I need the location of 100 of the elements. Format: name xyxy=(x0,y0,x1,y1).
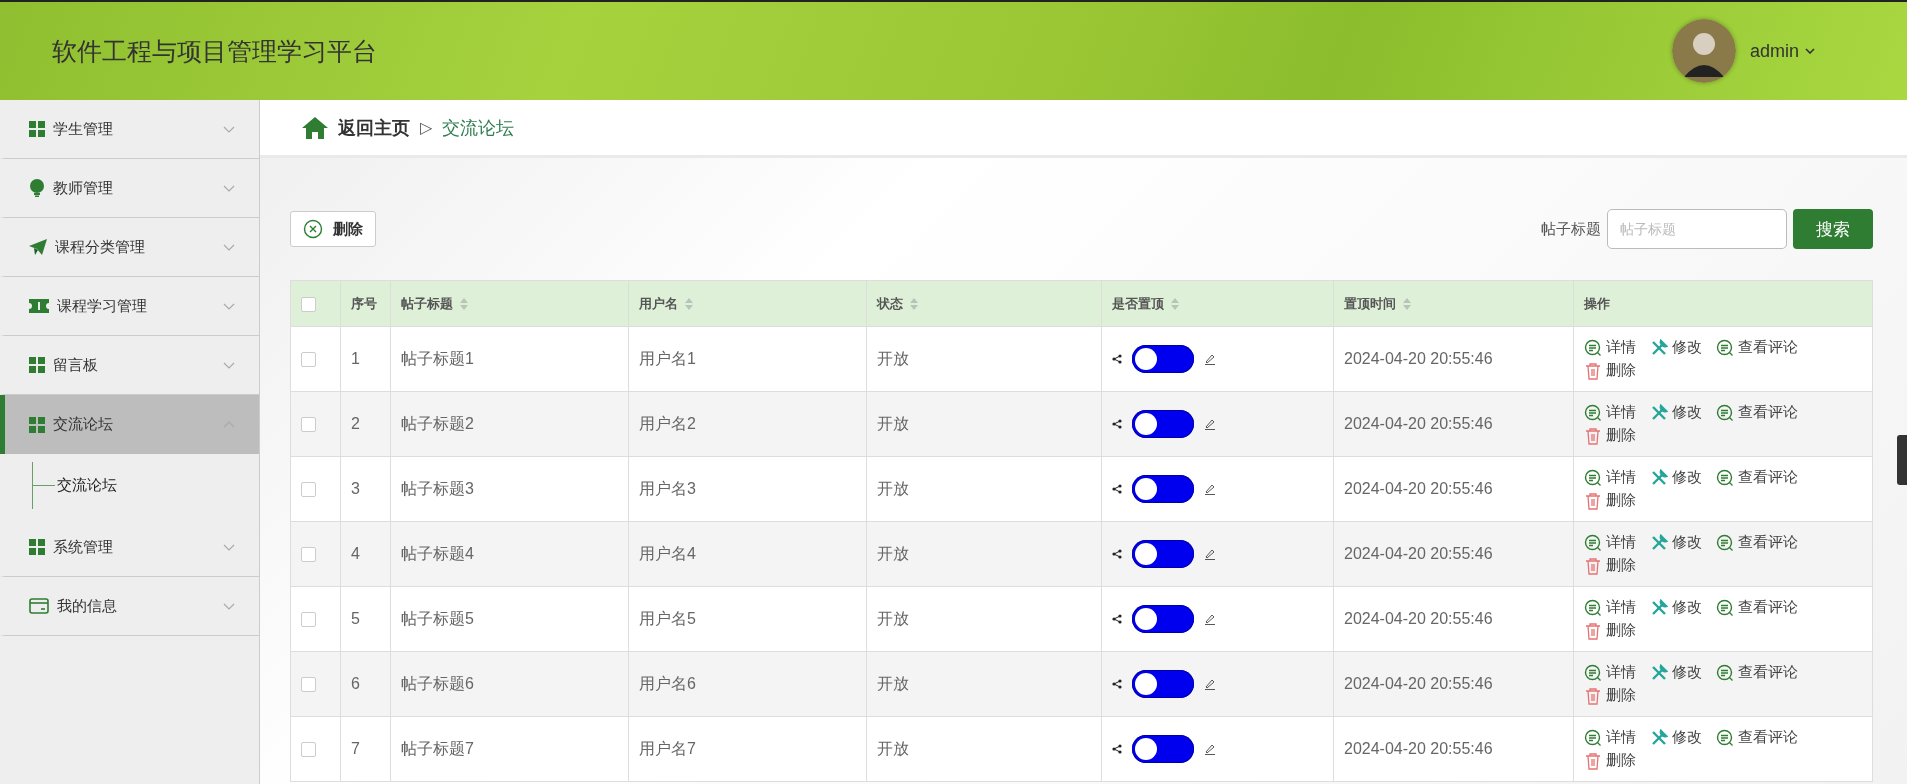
sort-icon[interactable] xyxy=(1403,298,1411,310)
document-search-icon xyxy=(1584,728,1602,747)
edit-link[interactable]: 修改 xyxy=(1650,598,1702,617)
table-cell: 2024-04-20 20:55:46 xyxy=(1344,675,1493,692)
row-checkbox[interactable] xyxy=(301,547,316,563)
row-checkbox[interactable] xyxy=(301,612,316,628)
search-button[interactable]: 搜索 xyxy=(1793,209,1873,249)
table-cell: 用户名1 xyxy=(639,349,696,367)
tools-icon xyxy=(1650,728,1668,747)
pin-toggle[interactable] xyxy=(1132,670,1194,698)
row-checkbox[interactable] xyxy=(301,742,316,758)
pin-toggle[interactable] xyxy=(1132,475,1194,503)
table-cell: 开放 xyxy=(877,609,909,627)
trash-icon xyxy=(1584,751,1602,770)
edit-link[interactable]: 修改 xyxy=(1650,403,1702,422)
pin-toggle[interactable] xyxy=(1132,540,1194,568)
pin-toggle[interactable] xyxy=(1132,345,1194,373)
table-cell: 用户名6 xyxy=(639,674,696,692)
caret-icon[interactable] xyxy=(1805,48,1815,54)
breadcrumb-separator: ▷ xyxy=(420,118,433,137)
edit-link[interactable]: 修改 xyxy=(1650,663,1702,682)
sidebar-item[interactable]: 系统管理 xyxy=(0,518,259,577)
document-search-icon xyxy=(1584,533,1602,552)
sidebar-item[interactable]: 学生管理 xyxy=(0,100,259,159)
tools-icon xyxy=(1650,663,1668,682)
share-icon xyxy=(1112,484,1122,494)
pencil-icon xyxy=(1204,743,1216,755)
search-field[interactable]: 帖子标题 xyxy=(1607,209,1787,249)
edit-link[interactable]: 修改 xyxy=(1650,338,1702,357)
document-search-icon xyxy=(1716,728,1734,747)
table-cell: 用户名5 xyxy=(639,609,696,627)
select-all-checkbox[interactable] xyxy=(301,296,316,312)
detail-link[interactable]: 详情 xyxy=(1584,403,1636,422)
detail-link[interactable]: 详情 xyxy=(1584,663,1636,682)
tools-icon xyxy=(1650,533,1668,552)
grid-icon xyxy=(29,121,45,137)
edit-link[interactable]: 修改 xyxy=(1650,468,1702,487)
share-icon xyxy=(1112,549,1122,559)
ticket-icon xyxy=(29,299,49,313)
paper-plane-icon xyxy=(29,239,47,255)
row-checkbox[interactable] xyxy=(301,417,316,433)
share-icon xyxy=(1112,614,1122,624)
table-cell: 帖子标题5 xyxy=(401,609,474,627)
detail-link[interactable]: 详情 xyxy=(1584,468,1636,487)
edit-link[interactable]: 修改 xyxy=(1650,533,1702,552)
comments-link[interactable]: 查看评论 xyxy=(1716,403,1798,422)
breadcrumb-link[interactable]: 返回主页 xyxy=(338,115,410,140)
delete-link[interactable]: 删除 xyxy=(1584,491,1636,510)
table-cell: 2024-04-20 20:55:46 xyxy=(1344,545,1493,562)
column-header: 操作 xyxy=(1584,295,1610,313)
tools-icon xyxy=(1650,403,1668,422)
detail-link[interactable]: 详情 xyxy=(1584,533,1636,552)
lightbulb-icon xyxy=(29,179,45,197)
edit-link[interactable]: 修改 xyxy=(1650,728,1702,747)
sort-icon[interactable] xyxy=(685,298,693,310)
delete-link[interactable]: 删除 xyxy=(1584,556,1636,575)
chevron-icon xyxy=(223,243,235,251)
pin-toggle[interactable] xyxy=(1132,410,1194,438)
pin-toggle[interactable] xyxy=(1132,735,1194,763)
comments-link[interactable]: 查看评论 xyxy=(1716,598,1798,617)
detail-link[interactable]: 详情 xyxy=(1584,598,1636,617)
share-icon xyxy=(1112,679,1122,689)
pin-toggle[interactable] xyxy=(1132,605,1194,633)
comments-link[interactable]: 查看评论 xyxy=(1716,663,1798,682)
delete-button[interactable]: 删除 xyxy=(290,211,376,247)
sidebar-item[interactable]: 课程学习管理 xyxy=(0,277,259,336)
sidebar-item[interactable]: 交流论坛 xyxy=(0,395,259,454)
detail-link[interactable]: 详情 xyxy=(1584,338,1636,357)
comments-link[interactable]: 查看评论 xyxy=(1716,728,1798,747)
sort-icon[interactable] xyxy=(460,298,468,310)
breadcrumb-current: 交流论坛 xyxy=(442,116,515,140)
user-menu[interactable]: admin xyxy=(1749,40,1799,62)
table-cell: 6 xyxy=(351,675,360,692)
avatar-icon[interactable] xyxy=(1671,19,1736,83)
row-checkbox[interactable] xyxy=(301,677,316,693)
delete-link[interactable]: 删除 xyxy=(1584,426,1636,445)
comments-link[interactable]: 查看评论 xyxy=(1716,338,1798,357)
home-icon[interactable] xyxy=(302,116,328,139)
row-checkbox[interactable] xyxy=(301,352,316,368)
table-cell: 开放 xyxy=(877,479,909,497)
delete-link[interactable]: 删除 xyxy=(1584,751,1636,770)
delete-link[interactable]: 删除 xyxy=(1584,686,1636,705)
column-header: 帖子标题 xyxy=(401,295,453,313)
sidebar-item[interactable]: 课程分类管理 xyxy=(0,218,259,277)
side-handle[interactable] xyxy=(1897,435,1907,485)
document-search-icon xyxy=(1716,403,1734,422)
detail-link[interactable]: 详情 xyxy=(1584,728,1636,747)
sidebar-item[interactable]: 我的信息 xyxy=(0,577,259,636)
row-checkbox[interactable] xyxy=(301,482,316,498)
sort-icon[interactable] xyxy=(910,298,918,310)
document-search-icon xyxy=(1584,403,1602,422)
chevron-icon xyxy=(223,361,235,369)
table-cell: 帖子标题3 xyxy=(401,479,474,497)
sidebar-item[interactable]: 教师管理 xyxy=(0,159,259,218)
sort-icon[interactable] xyxy=(1171,298,1179,310)
comments-link[interactable]: 查看评论 xyxy=(1716,533,1798,552)
delete-link[interactable]: 删除 xyxy=(1584,621,1636,640)
delete-link[interactable]: 删除 xyxy=(1584,361,1636,380)
comments-link[interactable]: 查看评论 xyxy=(1716,468,1798,487)
chevron-icon xyxy=(223,602,235,610)
